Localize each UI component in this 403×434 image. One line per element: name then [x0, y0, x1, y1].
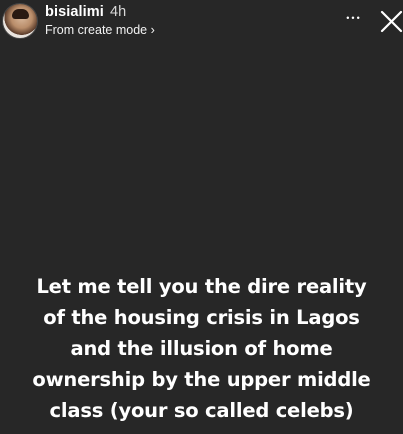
- story-view[interactable]: bisialimi 4h From create mode › ••• Let …: [0, 0, 403, 434]
- close-icon[interactable]: [380, 10, 403, 33]
- caption-line: ownership by the upper middle: [32, 368, 371, 391]
- more-dots: •••: [346, 13, 362, 23]
- username[interactable]: bisialimi: [45, 4, 104, 20]
- chevron-right-icon: ›: [150, 23, 155, 37]
- avatar-hair: [12, 9, 29, 19]
- more-options-icon[interactable]: •••: [343, 6, 365, 28]
- caption-line: and the illusion of home: [70, 337, 333, 360]
- create-mode-label: From create mode: [45, 23, 148, 37]
- caption-line: of the housing crisis in Lagos: [43, 306, 360, 329]
- story-header: bisialimi 4h From create mode › •••: [0, 0, 403, 46]
- caption-line: Let me tell you the dire reality: [36, 275, 367, 298]
- post-time: 4h: [110, 4, 127, 20]
- story-caption: Let me tell you the dire reality of the …: [0, 271, 403, 426]
- caption-line: class (your so called celebs): [49, 399, 354, 422]
- create-mode-link[interactable]: From create mode ›: [45, 23, 155, 37]
- avatar[interactable]: [3, 4, 37, 38]
